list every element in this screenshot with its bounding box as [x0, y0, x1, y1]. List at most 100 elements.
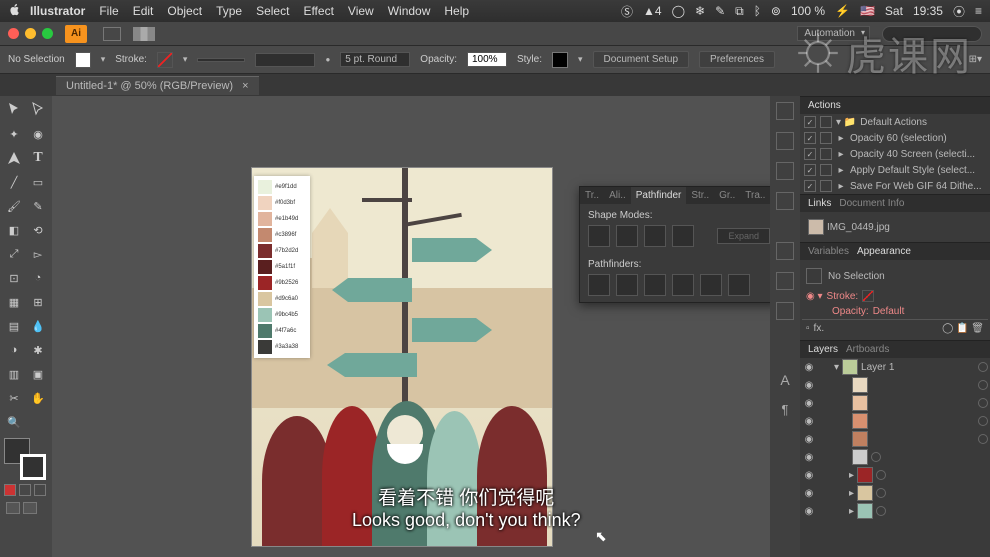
- stroke-profile-preview[interactable]: [255, 53, 315, 67]
- char-panel-icon[interactable]: A: [776, 372, 794, 390]
- layer-item[interactable]: ◉: [800, 394, 990, 412]
- visibility-icon[interactable]: ◉: [802, 378, 816, 392]
- close-tab-icon[interactable]: ×: [242, 80, 248, 92]
- layer-item[interactable]: ◉: [800, 448, 990, 466]
- menu-type[interactable]: Type: [216, 4, 242, 18]
- style-swatch[interactable]: [552, 52, 568, 68]
- window-close[interactable]: [8, 28, 19, 39]
- workspace-switcher[interactable]: Automation: [797, 26, 870, 41]
- rotate-tool[interactable]: ⟲: [26, 218, 50, 242]
- exclude-icon[interactable]: [672, 225, 694, 247]
- rectangle-tool[interactable]: ▭: [26, 170, 50, 194]
- docinfo-tab[interactable]: Document Info: [839, 198, 904, 209]
- menu-object[interactable]: Object: [167, 4, 202, 18]
- symbols-panel-icon[interactable]: [776, 192, 794, 210]
- stroke-weight-input[interactable]: [197, 58, 245, 62]
- new-doc-icon[interactable]: [103, 27, 121, 41]
- menu-app[interactable]: Illustrator: [30, 4, 85, 18]
- lang-indicator[interactable]: 🇺🇸: [860, 4, 875, 18]
- layer-item[interactable]: ◉▸: [800, 502, 990, 520]
- selection-tool[interactable]: [2, 98, 26, 122]
- color-mode-icon[interactable]: [4, 484, 16, 496]
- line-tool[interactable]: ╱: [2, 170, 26, 194]
- visibility-icon[interactable]: ◉: [802, 486, 816, 500]
- layer-item[interactable]: ◉: [800, 430, 990, 448]
- fill-swatch[interactable]: [75, 52, 91, 68]
- battery-icon[interactable]: ⚡: [835, 4, 850, 18]
- evernote-icon[interactable]: ✎: [715, 4, 725, 18]
- skype-icon[interactable]: Ⓢ: [621, 3, 633, 20]
- palette-swatch[interactable]: [258, 340, 272, 354]
- lasso-tool[interactable]: ◉: [26, 122, 50, 146]
- menu-view[interactable]: View: [348, 4, 374, 18]
- palette-swatch[interactable]: [258, 180, 272, 194]
- menu-file[interactable]: File: [99, 4, 118, 18]
- artboard-tool[interactable]: ▣: [26, 362, 50, 386]
- gradient-mode-icon[interactable]: [19, 484, 31, 496]
- divide-icon[interactable]: [588, 274, 610, 296]
- outline-icon[interactable]: [700, 274, 722, 296]
- palette-swatch[interactable]: [258, 292, 272, 306]
- full-screen-icon[interactable]: [23, 502, 37, 514]
- palette-swatch[interactable]: [258, 324, 272, 338]
- layer-item[interactable]: ◉▸: [800, 484, 990, 502]
- normal-screen-icon[interactable]: [6, 502, 20, 514]
- magic-wand-tool[interactable]: ✦: [2, 122, 26, 146]
- visibility-icon[interactable]: ◉: [802, 360, 816, 374]
- action-check-icon[interactable]: ✓: [804, 164, 816, 176]
- fill-stroke-indicator[interactable]: [2, 438, 48, 480]
- layer-top[interactable]: ◉ ▾ Layer 1: [800, 358, 990, 376]
- dropbox-icon[interactable]: ⧉: [735, 4, 744, 19]
- para-panel-icon[interactable]: ¶: [776, 402, 794, 420]
- notification-center-icon[interactable]: ≡: [975, 4, 982, 18]
- artboards-tab[interactable]: Artboards: [846, 344, 889, 355]
- tab-gradient[interactable]: Gr..: [714, 187, 740, 204]
- action-check-icon[interactable]: ✓: [804, 132, 816, 144]
- visibility-icon[interactable]: ◉: [802, 450, 816, 464]
- tab-transform[interactable]: Tr..: [580, 187, 604, 204]
- gradient-tool[interactable]: ▤: [2, 314, 26, 338]
- doc-setup-button[interactable]: Document Setup: [593, 51, 690, 68]
- layer-item[interactable]: ◉▸: [800, 466, 990, 484]
- blend-tool[interactable]: ◑: [2, 338, 26, 362]
- tab-align[interactable]: Ali..: [604, 187, 631, 204]
- spotlight-icon[interactable]: ⦿: [953, 3, 965, 20]
- search-input[interactable]: [882, 26, 982, 42]
- appearance-tab[interactable]: Appearance: [857, 246, 911, 257]
- shape-builder-tool[interactable]: ◔: [26, 266, 50, 290]
- action-check-icon[interactable]: ✓: [804, 148, 816, 160]
- preferences-button[interactable]: Preferences: [699, 51, 775, 68]
- layers-tab[interactable]: Layers: [808, 344, 838, 355]
- doc-tab[interactable]: Untitled-1* @ 50% (RGB/Preview) ×: [56, 76, 259, 95]
- snowflake-icon[interactable]: ❄: [695, 4, 705, 18]
- width-tool[interactable]: ▻: [26, 242, 50, 266]
- wifi-icon[interactable]: ⊚: [771, 4, 781, 18]
- arrange-docs-icon[interactable]: [133, 27, 155, 41]
- opacity-input[interactable]: 100%: [467, 52, 507, 67]
- palette-swatch[interactable]: [258, 308, 272, 322]
- stroke-panel-icon[interactable]: [776, 242, 794, 260]
- visibility-icon[interactable]: ◉: [802, 396, 816, 410]
- layer-item[interactable]: ◉: [800, 376, 990, 394]
- zoom-tool[interactable]: 🔍: [2, 410, 26, 434]
- hand-tool[interactable]: ✋: [26, 386, 50, 410]
- visibility-icon[interactable]: ◉: [802, 414, 816, 428]
- stroke-box[interactable]: [20, 454, 46, 480]
- action-item[interactable]: ✓▸Apply Default Style (select...: [800, 162, 990, 178]
- type-tool[interactable]: T: [26, 146, 50, 170]
- none-mode-icon[interactable]: [34, 484, 46, 496]
- menu-window[interactable]: Window: [388, 4, 431, 18]
- action-item[interactable]: ✓▸Save For Web GIF 64 Dithe...: [800, 178, 990, 194]
- window-minimize[interactable]: [25, 28, 36, 39]
- menu-edit[interactable]: Edit: [133, 4, 154, 18]
- symbol-sprayer-tool[interactable]: ✱: [26, 338, 50, 362]
- palette-swatch[interactable]: [258, 196, 272, 210]
- palette-swatch[interactable]: [258, 228, 272, 242]
- shield-icon[interactable]: ◯: [672, 4, 685, 18]
- minus-back-icon[interactable]: [728, 274, 750, 296]
- unite-icon[interactable]: [588, 225, 610, 247]
- merge-icon[interactable]: [644, 274, 666, 296]
- clock-day[interactable]: Sat: [885, 4, 903, 18]
- palette-swatch[interactable]: [258, 260, 272, 274]
- brushes-panel-icon[interactable]: [776, 162, 794, 180]
